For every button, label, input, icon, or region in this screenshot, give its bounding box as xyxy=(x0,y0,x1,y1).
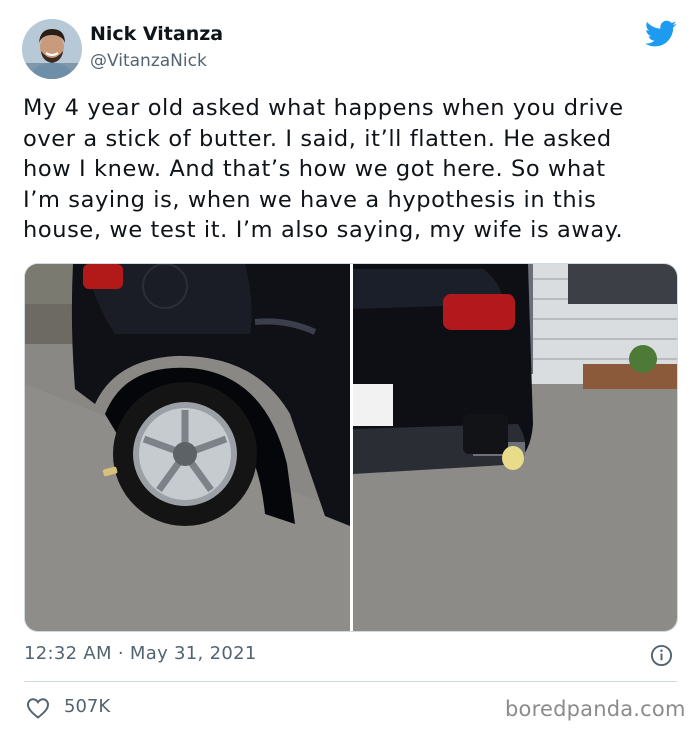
car-side-photo-icon xyxy=(25,264,350,631)
tweet-text-line: house, we test it. I’m also saying, my w… xyxy=(23,217,624,243)
tweet-timestamp[interactable]: 12:32 AM · May 31, 2021 xyxy=(24,643,257,664)
avatar[interactable] xyxy=(22,19,82,79)
twitter-bird-icon[interactable] xyxy=(645,20,677,48)
like-count[interactable]: 507K xyxy=(64,696,110,717)
tweet-text: My 4 year old asked what happens when yo… xyxy=(23,93,683,246)
watermark: boredpanda.com xyxy=(505,697,686,721)
car-rear-photo-icon xyxy=(353,264,677,631)
tweet-photo-car-side[interactable] xyxy=(25,264,350,631)
tweet-media[interactable] xyxy=(24,263,678,632)
tweet-photo-car-rear[interactable] xyxy=(353,264,677,631)
divider xyxy=(24,681,677,682)
tweet-text-line: My 4 year old asked what happens when yo… xyxy=(23,95,624,121)
profile-photo-icon xyxy=(22,19,82,79)
tweet-text-line: I’m saying is, when we have a hypothesis… xyxy=(23,186,597,213)
tweet-text-line: how I knew. And that’s how we got here. … xyxy=(23,156,606,182)
heart-icon[interactable] xyxy=(26,697,50,719)
info-icon[interactable] xyxy=(650,644,673,667)
tweet-text-line: over a stick of butter. I said, it’ll fl… xyxy=(23,125,612,152)
author-display-name[interactable]: Nick Vitanza xyxy=(90,23,223,45)
author-handle[interactable]: @VitanzaNick xyxy=(90,51,207,71)
